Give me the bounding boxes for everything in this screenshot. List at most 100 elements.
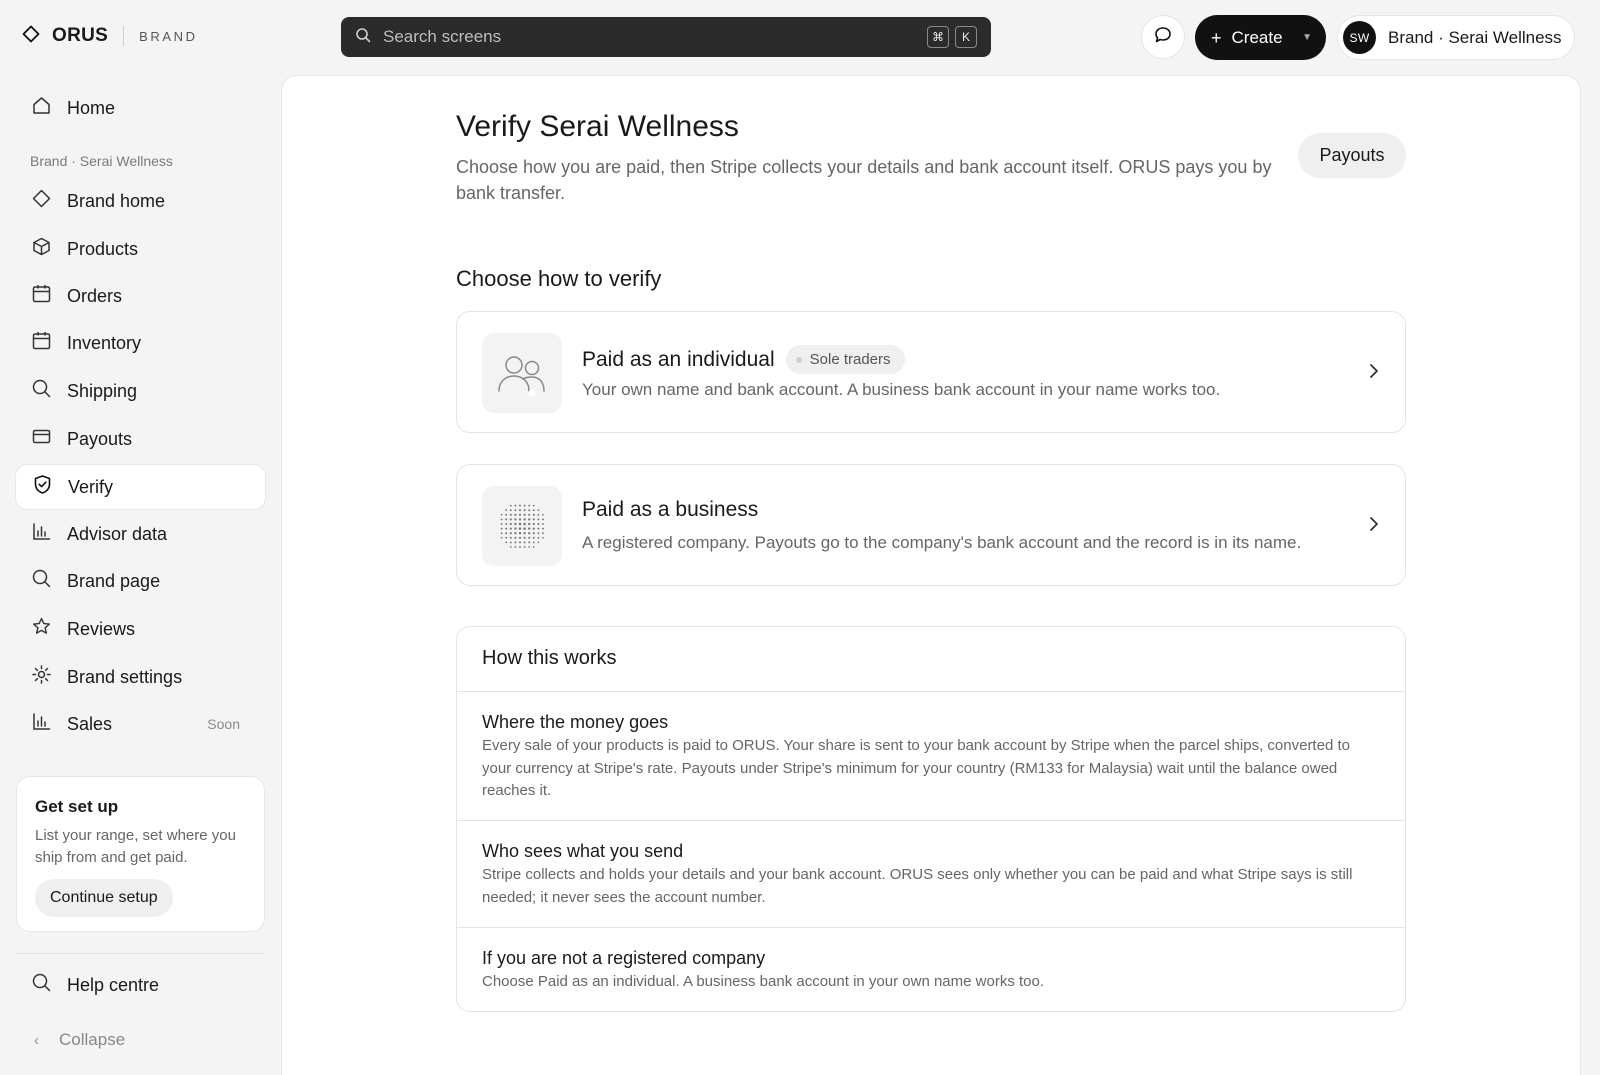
setup-card: Get set up List your range, set where yo…	[16, 776, 265, 932]
how-row-text: Stripe collects and holds your details a…	[482, 866, 1353, 906]
sidebar-item-brand-page[interactable]: Brand page	[15, 558, 266, 604]
sidebar-item-label: Reviews	[67, 618, 136, 639]
wallet-icon	[31, 426, 52, 452]
option-card-individual[interactable]: Paid as an individual Sole traders Your …	[456, 311, 1406, 433]
gear-icon	[31, 664, 52, 690]
chevron-down-icon: ▼	[1302, 32, 1312, 43]
how-row-text: Choose Paid as an individual. A business…	[482, 973, 1045, 990]
shortcut-key-k: K	[955, 26, 977, 48]
create-button[interactable]: + Create ▼	[1195, 15, 1326, 60]
search-icon	[355, 27, 371, 48]
sidebar-item-home[interactable]: Home	[15, 85, 266, 131]
sidebar-item-brand-home[interactable]: Brand home	[15, 178, 266, 224]
search-icon	[31, 568, 52, 594]
calendar-icon	[31, 330, 52, 356]
sidebar-item-payouts[interactable]: Payouts	[15, 416, 266, 462]
chat-button[interactable]	[1141, 15, 1185, 59]
main-panel: Verify Serai Wellness Choose how you are…	[281, 75, 1581, 1075]
how-row-title: Where the money goes	[482, 712, 669, 732]
diamond-icon	[22, 25, 40, 48]
option-card-business[interactable]: Paid as a business A registered company.…	[456, 464, 1406, 586]
bar-chart-icon	[31, 521, 52, 547]
diamond-icon	[31, 188, 52, 214]
shortcut-key-cmd: ⌘	[927, 26, 949, 48]
avatar: SW	[1343, 21, 1376, 54]
option-title-text: Paid as an individual	[582, 347, 775, 371]
how-row-title: If you are not a registered company	[482, 948, 766, 968]
option-description: A registered company. Payouts go to the …	[582, 533, 1302, 552]
setup-title: Get set up	[35, 797, 119, 816]
badge-label: Sole traders	[809, 351, 891, 368]
page-subtitle: Choose how you are paid, then Stripe col…	[456, 157, 1272, 203]
collapse-button[interactable]: ‹ Collapse	[30, 1030, 125, 1050]
create-label: Create	[1231, 27, 1283, 47]
payouts-button[interactable]: Payouts	[1298, 133, 1406, 178]
box-icon	[31, 236, 52, 262]
sidebar-item-label: Inventory	[67, 332, 142, 353]
building-dots-icon	[482, 486, 562, 566]
sidebar-item-label: Shipping	[67, 380, 138, 401]
how-row-text: Every sale of your products is paid to O…	[482, 737, 1350, 799]
option-title: Paid as a business	[582, 498, 758, 522]
sidebar-item-verify[interactable]: Verify	[15, 464, 266, 510]
chevron-left-icon: ‹	[34, 1031, 39, 1049]
people-icon	[482, 333, 562, 413]
sidebar-item-inventory[interactable]: Inventory	[15, 320, 266, 366]
how-row-title: Who sees what you send	[482, 841, 684, 861]
how-title: How this works	[482, 647, 617, 669]
plus-icon: +	[1211, 27, 1222, 48]
sidebar-item-label: Payouts	[67, 428, 133, 449]
sole-traders-badge: Sole traders	[785, 345, 905, 374]
sidebar-item-reviews[interactable]: Reviews	[15, 606, 266, 652]
sidebar-item-label: Brand page	[67, 570, 161, 591]
soon-badge: Soon	[207, 716, 240, 732]
sidebar-item-sales[interactable]: Sales Soon	[15, 701, 266, 747]
bar-chart-icon	[31, 711, 52, 737]
badge-dot	[795, 356, 802, 363]
how-row: If you are not a registered company Choo…	[457, 927, 1405, 1011]
sidebar-item-label: Sales	[67, 713, 113, 734]
chevron-right-icon	[1367, 362, 1381, 385]
how-this-works-card: How this works Where the money goes Ever…	[456, 626, 1406, 1012]
option-title: Paid as an individual Sole traders	[582, 345, 905, 374]
sidebar-item-advisor-data[interactable]: Advisor data	[15, 511, 266, 557]
collapse-label: Collapse	[59, 1030, 126, 1049]
continue-setup-button[interactable]: Continue setup	[35, 879, 173, 917]
brand-name: ORUS	[52, 25, 109, 46]
search-icon	[31, 972, 52, 998]
sidebar-divider	[16, 953, 265, 954]
chat-bubble-icon	[1153, 25, 1173, 50]
setup-text: List your range, set where you ship from…	[35, 827, 236, 866]
option-title-text: Paid as a business	[582, 498, 759, 521]
sidebar-item-label: Orders	[67, 285, 123, 306]
account-switcher[interactable]: SW Brand · Serai Wellness	[1337, 15, 1575, 60]
how-row: Who sees what you send Stripe collects a…	[457, 820, 1405, 926]
sidebar-item-label: Advisor data	[67, 523, 168, 544]
search-input[interactable]: Search screens	[383, 27, 921, 47]
sidebar-item-brand-settings[interactable]: Brand settings	[15, 654, 266, 700]
chevron-right-icon	[1367, 515, 1381, 538]
sidebar-item-shipping[interactable]: Shipping	[15, 368, 266, 414]
account-name: Brand · Serai Wellness	[1388, 27, 1562, 47]
option-description: Your own name and bank account. A busine…	[582, 380, 1221, 399]
brand-divider	[123, 26, 125, 46]
sidebar-item-help-centre[interactable]: Help centre	[15, 962, 266, 1008]
sidebar-section-label: Brand · Serai Wellness	[30, 153, 173, 169]
search-icon	[31, 378, 52, 404]
sidebar-item-label: Verify	[68, 476, 114, 497]
star-icon	[31, 616, 52, 642]
page-title: Verify Serai Wellness	[456, 110, 739, 143]
calendar-icon	[31, 283, 52, 309]
sidebar-item-products[interactable]: Products	[15, 226, 266, 272]
sidebar-item-orders[interactable]: Orders	[15, 273, 266, 319]
sidebar-item-label: Products	[67, 238, 139, 259]
sidebar-item-label: Brand home	[67, 190, 166, 211]
sidebar-item-label: Home	[67, 97, 116, 118]
how-row: Where the money goes Every sale of your …	[457, 691, 1405, 819]
brand-tag: BRAND	[139, 28, 198, 44]
sidebar-item-label: Help centre	[67, 974, 160, 995]
home-icon	[31, 95, 52, 121]
search-bar[interactable]: Search screens ⌘ K	[341, 17, 991, 57]
brand-logo[interactable]: ORUS BRAND	[22, 24, 198, 48]
section-title: Choose how to verify	[456, 266, 662, 291]
